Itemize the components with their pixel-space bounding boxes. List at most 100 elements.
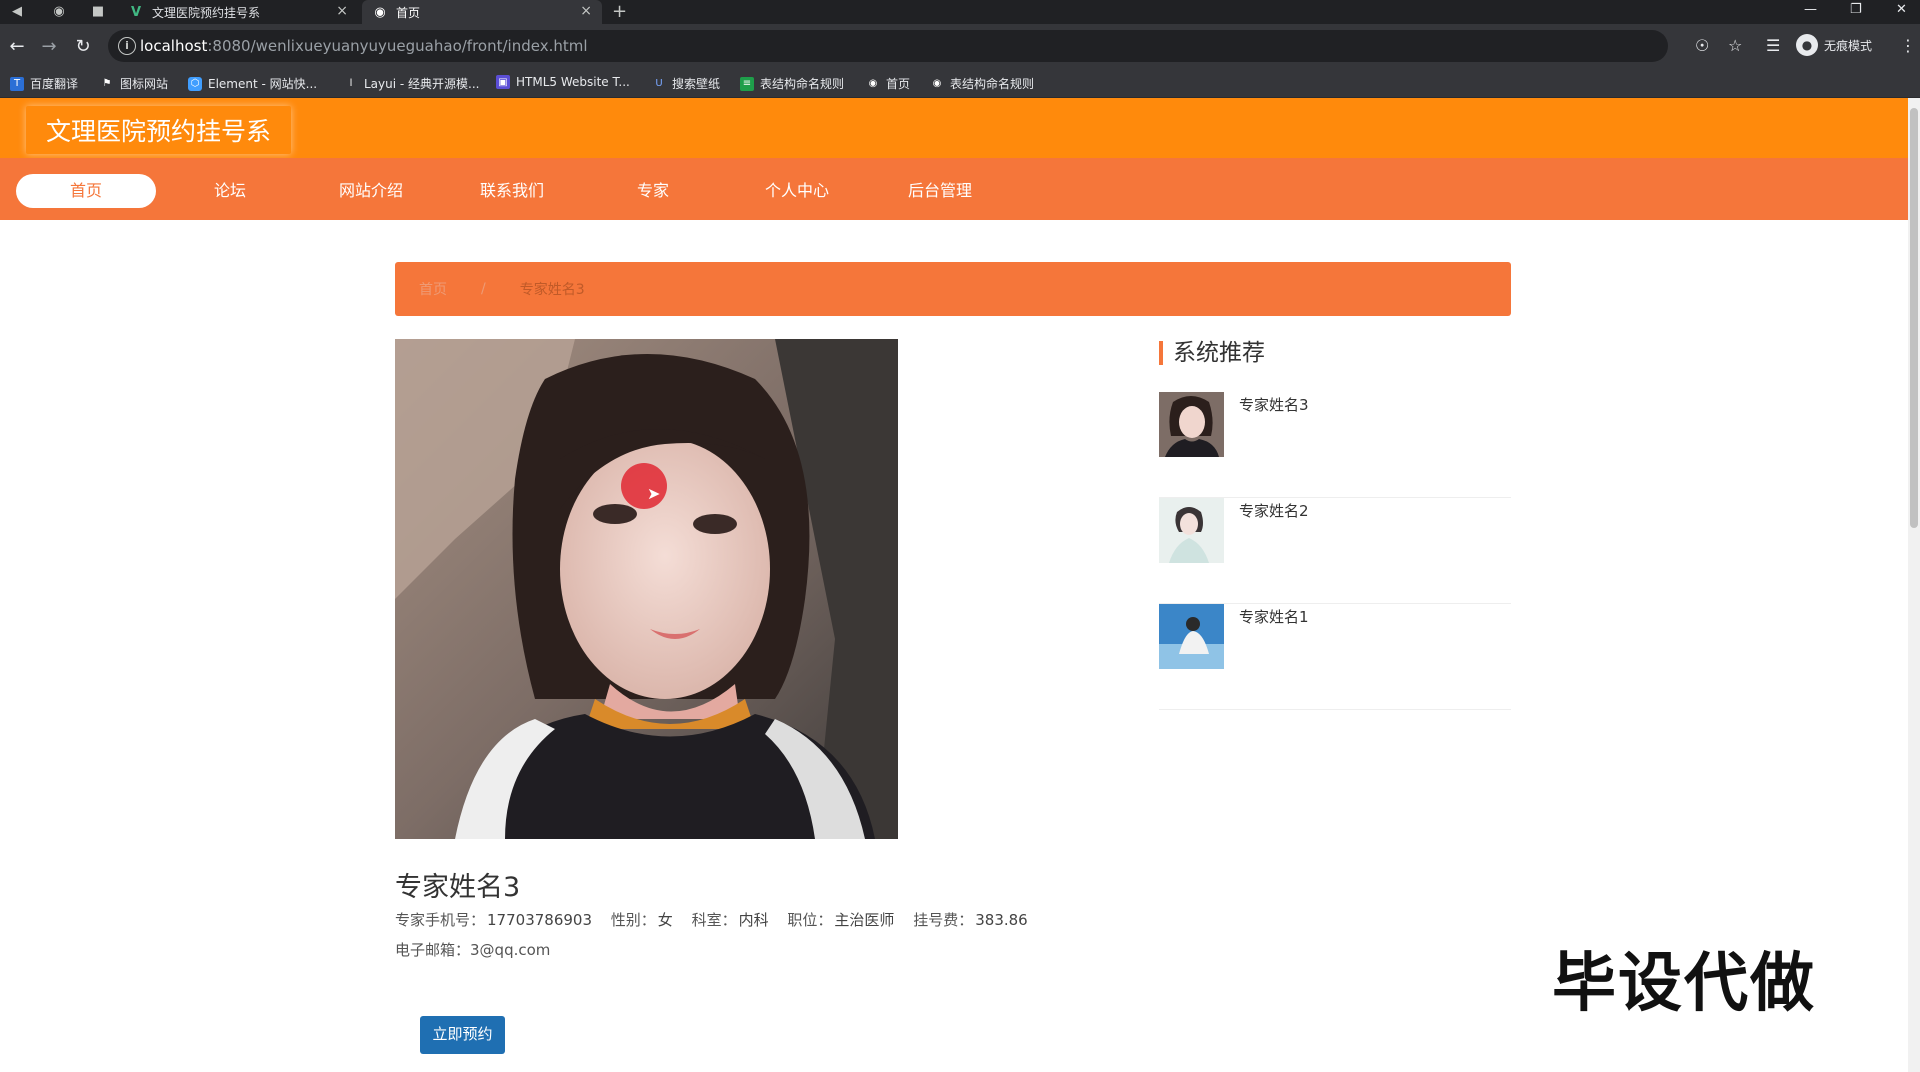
tab-title: 首页 bbox=[396, 5, 421, 20]
position-value: 主治医师 bbox=[834, 911, 895, 929]
expert-email: 电子邮箱：3@qq.com bbox=[395, 939, 550, 960]
bookmark-item[interactable]: U 搜索壁纸 bbox=[652, 75, 720, 92]
recommend-item[interactable]: 专家姓名2 bbox=[1159, 498, 1511, 604]
nav-experts[interactable]: 专家 bbox=[583, 174, 723, 208]
expert-info: 专家手机号： 17703786903 性别：女 科室： 内科 职位： 主治医师 挂号费… bbox=[395, 909, 1042, 930]
nav-profile[interactable]: 个人中心 bbox=[727, 174, 867, 208]
globe-icon[interactable]: ◉ bbox=[50, 3, 68, 21]
expert-photo: ➤ bbox=[395, 339, 898, 839]
bookmark-item[interactable]: ◉ 首页 bbox=[866, 75, 910, 92]
element-logo-icon: ⬡ bbox=[188, 76, 202, 91]
dept-value: 内科 bbox=[738, 911, 769, 929]
close-icon[interactable]: × bbox=[580, 3, 592, 19]
site-header: 文理医院预约挂号系 bbox=[0, 98, 1908, 158]
tab-title: 文理医院预约挂号系 bbox=[152, 5, 261, 20]
email-value: 3@qq.com bbox=[470, 941, 551, 959]
breadcrumb: 首页 / 专家姓名3 bbox=[395, 262, 1511, 316]
fee-label: 挂号费： bbox=[913, 911, 974, 929]
browser-tab-system[interactable]: V 文理医院预约挂号系 × bbox=[118, 0, 358, 24]
sheet-icon: ≡ bbox=[740, 76, 754, 91]
phone-label: 专家手机号： bbox=[395, 911, 486, 929]
fee-value: 383.86 bbox=[975, 911, 1028, 929]
phone-value: 17703786903 bbox=[487, 911, 592, 929]
reading-list-icon[interactable]: ☰ bbox=[1766, 36, 1780, 55]
thumb-image bbox=[1159, 604, 1224, 669]
page-scrollbar[interactable] bbox=[1908, 98, 1920, 1072]
expert-portrait-image bbox=[395, 339, 898, 839]
web-page: 文理医院预约挂号系 首页 论坛 网站介绍 联系我们 专家 个人中心 后台管理 首… bbox=[0, 98, 1908, 1072]
breadcrumb-home[interactable]: 首页 bbox=[419, 279, 447, 299]
recommend-name[interactable]: 专家姓名3 bbox=[1239, 394, 1309, 415]
recommend-panel: 系统推荐 专家姓名3 专家姓名2 专家姓名1 bbox=[1159, 338, 1519, 710]
bookmark-item[interactable]: ▣ HTML5 Website T... bbox=[496, 75, 630, 89]
browser-tab-home[interactable]: ◉ 首页 × bbox=[362, 0, 602, 24]
nav-contact[interactable]: 联系我们 bbox=[442, 174, 582, 208]
thumb-image bbox=[1159, 498, 1224, 563]
breadcrumb-current: 专家姓名3 bbox=[519, 282, 585, 298]
bookmark-item[interactable]: ⚑ 图标网站 bbox=[100, 75, 169, 92]
close-icon[interactable]: × bbox=[336, 3, 348, 19]
eye-off-icon[interactable]: ☉ bbox=[1695, 36, 1709, 55]
bookmark-item[interactable]: ⬡ Element - 网站快... bbox=[188, 75, 317, 92]
cursor-pointer-icon: ➤ bbox=[647, 484, 661, 503]
browser-address-bar: ← → ↻ i localhost:8080/wenlixueyuanyuyue… bbox=[0, 24, 1920, 70]
window-close-icon[interactable]: ✕ bbox=[1896, 2, 1907, 17]
site-title: 文理医院预约挂号系 bbox=[26, 106, 292, 154]
bookmarks-bar: T 百度翻译 ⚑ 图标网站 ⬡ Element - 网站快... l Layui - 经… bbox=[0, 68, 1920, 98]
nav-about[interactable]: 网站介绍 bbox=[301, 174, 441, 208]
expert-name: 专家姓名3 bbox=[395, 872, 521, 903]
nav-admin[interactable]: 后台管理 bbox=[870, 174, 1010, 208]
recommend-item[interactable]: 专家姓名1 bbox=[1159, 604, 1511, 710]
flag-icon: ⚑ bbox=[102, 78, 112, 89]
star-icon[interactable]: ☆ bbox=[1728, 36, 1742, 55]
forward-arrow-icon[interactable]: → bbox=[38, 36, 60, 57]
url-text: localhost:8080/wenlixueyuanyuyueguahao/f… bbox=[140, 37, 588, 55]
gender-label: 性别： bbox=[610, 911, 656, 929]
breadcrumb-separator: / bbox=[481, 281, 486, 297]
nav-home[interactable]: 首页 bbox=[16, 174, 156, 208]
restore-icon[interactable]: ❐ bbox=[1850, 2, 1862, 17]
globe-icon: ◉ bbox=[374, 4, 386, 20]
dept-label: 科室： bbox=[691, 911, 737, 929]
incognito-icon: ● bbox=[1796, 34, 1818, 56]
gender-value: 女 bbox=[657, 911, 673, 929]
recommend-name[interactable]: 专家姓名2 bbox=[1239, 500, 1309, 521]
reload-icon[interactable]: ↻ bbox=[72, 36, 94, 57]
bookmark-item[interactable]: ◉ 表结构命名规则 bbox=[930, 75, 1034, 92]
vue-logo-icon: V bbox=[130, 4, 142, 20]
email-label: 电子邮箱： bbox=[395, 941, 471, 959]
menu-dots-icon[interactable]: ⋮ bbox=[1900, 36, 1916, 55]
main-nav: 首页 论坛 网站介绍 联系我们 专家 个人中心 后台管理 bbox=[0, 158, 1908, 220]
bookmark-item[interactable]: ≡ 表结构命名规则 bbox=[740, 75, 844, 92]
bookmark-item[interactable]: T 百度翻译 bbox=[10, 75, 78, 92]
watermark-text: 毕设代做 bbox=[1552, 947, 1816, 1021]
site-info-icon[interactable]: i bbox=[118, 37, 136, 55]
globe-icon: ◉ bbox=[932, 78, 942, 89]
incognito-label: 无痕模式 bbox=[1824, 38, 1873, 53]
recommend-thumb[interactable] bbox=[1159, 498, 1224, 563]
layui-logo-icon: l bbox=[349, 78, 353, 89]
recommend-title: 系统推荐 bbox=[1159, 338, 1519, 368]
scrollbar-thumb[interactable] bbox=[1910, 108, 1918, 528]
bookmark-item[interactable]: l Layui - 经典开源模... bbox=[344, 75, 480, 92]
nav-forum[interactable]: 论坛 bbox=[160, 174, 300, 208]
position-label: 职位： bbox=[787, 911, 833, 929]
speaker-icon[interactable]: ◀ bbox=[8, 3, 26, 21]
recommend-thumb[interactable] bbox=[1159, 604, 1224, 669]
recommend-name[interactable]: 专家姓名1 bbox=[1239, 606, 1309, 627]
book-now-button[interactable]: 立即预约 bbox=[420, 1016, 505, 1054]
url-input[interactable]: i localhost:8080/wenlixueyuanyuyueguahao… bbox=[108, 30, 1668, 62]
browser-tab-bar: ◀ ◉ ■ V 文理医院预约挂号系 × ◉ 首页 × + — ❐ ✕ bbox=[0, 0, 1920, 24]
tab-overview-icon[interactable]: ■ bbox=[89, 3, 107, 21]
globe-icon: ◉ bbox=[868, 78, 878, 89]
translate-icon: T bbox=[10, 76, 24, 91]
back-arrow-icon[interactable]: ← bbox=[6, 36, 28, 57]
thumb-image bbox=[1159, 392, 1224, 457]
wallpaper-icon: U bbox=[655, 78, 663, 89]
recommend-item[interactable]: 专家姓名3 bbox=[1159, 392, 1511, 498]
incognito-badge[interactable]: ● 无痕模式 bbox=[1796, 34, 1872, 56]
recommend-thumb[interactable] bbox=[1159, 392, 1224, 457]
html5-site-icon: ▣ bbox=[496, 75, 510, 89]
new-tab-icon[interactable]: + bbox=[612, 1, 627, 22]
minimize-icon[interactable]: — bbox=[1804, 2, 1817, 17]
